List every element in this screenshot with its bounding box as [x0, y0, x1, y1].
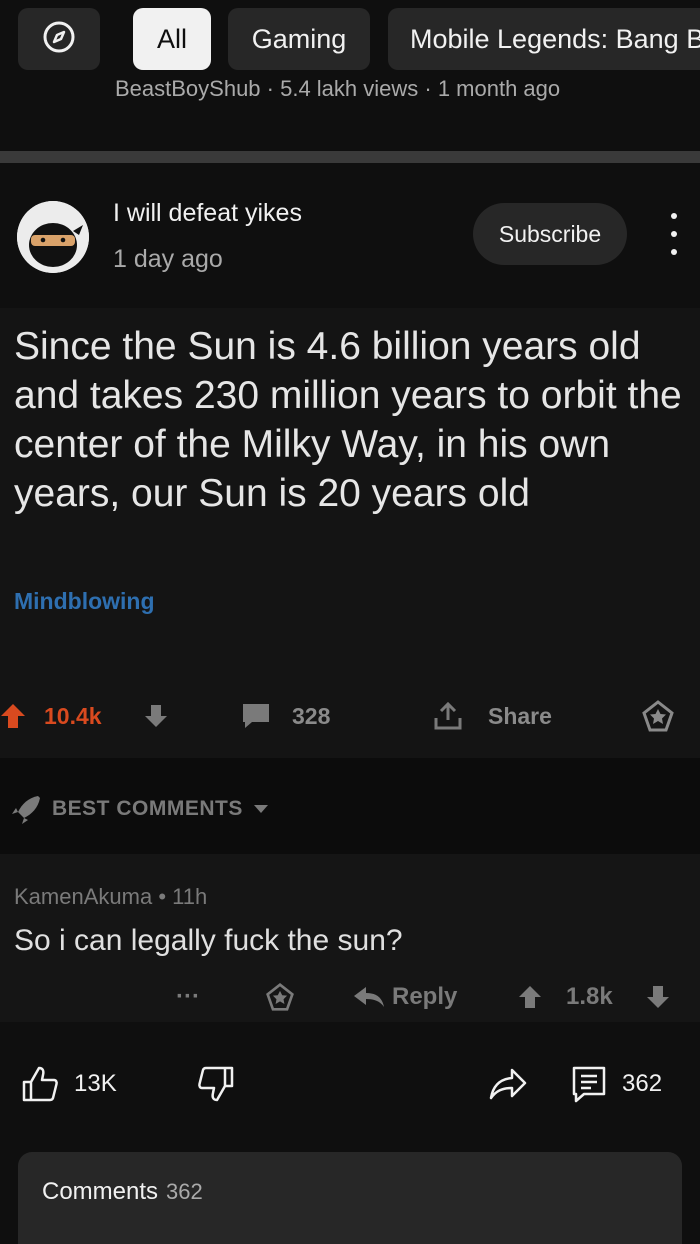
award-icon [640, 696, 676, 736]
post-image: Since the Sun is 4.6 billion years old a… [0, 308, 700, 758]
caret-down-icon [253, 805, 268, 813]
comments-title: Comments [42, 1178, 159, 1205]
section-divider [0, 151, 700, 163]
like-button[interactable]: 13K [20, 1062, 117, 1106]
post-action-row: 13K 362 [0, 1022, 700, 1142]
reddit-post-title: Since the Sun is 4.6 billion years old a… [14, 325, 682, 515]
best-comments-sort: BEST COMMENTS [10, 794, 269, 824]
ninja-avatar-icon [17, 201, 89, 273]
comment-more-icon: ··· [176, 983, 200, 1010]
comment-downvote-icon [646, 979, 670, 1015]
best-comments-bar: BEST COMMENTS [0, 758, 700, 854]
thumbs-down-icon [198, 1066, 234, 1102]
post-time: 1 day ago [113, 245, 223, 273]
comments-header: Comments 362 [42, 1178, 203, 1206]
share-arrow-icon [489, 1068, 527, 1100]
share-label: Share [488, 702, 552, 729]
comments-total: 362 [166, 1179, 203, 1204]
comment-award-icon [264, 979, 296, 1015]
comment-separator: • [158, 884, 173, 909]
explore-button[interactable] [18, 8, 100, 70]
thumbs-up-icon [22, 1066, 58, 1102]
chip-gaming[interactable]: Gaming [228, 8, 370, 70]
reddit-comment: KamenAkuma • 11h So i can legally fuck t… [0, 854, 700, 1022]
best-comments-label: BEST COMMENTS [52, 797, 243, 820]
comments-panel[interactable]: Comments 362 [18, 1152, 682, 1244]
reddit-action-bar: 10.4k 328 Share [0, 696, 700, 736]
comment-actions: ··· Reply 1.8k [0, 979, 700, 1015]
share-button[interactable] [488, 1062, 528, 1106]
channel-name[interactable]: I will defeat yikes [113, 199, 302, 228]
post-header: I will defeat yikes 1 day ago Subscribe [0, 163, 700, 308]
upvote-arrow-icon [0, 696, 26, 736]
comment-time: 11h [172, 884, 208, 909]
comment-upvote-icon [518, 979, 542, 1015]
downvote-arrow-icon [144, 696, 168, 736]
reply-arrow-icon [352, 979, 386, 1015]
comment-bubble-icon [240, 696, 272, 736]
comment-count: 328 [292, 702, 331, 729]
post-flair: Mindblowing [14, 588, 155, 614]
comment-icon [572, 1066, 606, 1103]
comment-text: So i can legally fuck the sun? [14, 924, 403, 957]
dislike-button[interactable] [196, 1062, 236, 1106]
chip-mobile-legends[interactable]: Mobile Legends: Bang B [388, 8, 700, 70]
chip-all[interactable]: All [133, 8, 211, 70]
avatar[interactable] [17, 201, 89, 273]
rocket-icon [12, 796, 40, 824]
share-icon [432, 696, 464, 736]
chip-bar: All Gaming Mobile Legends: Bang B [0, 0, 700, 78]
upvote-count: 10.4k [44, 702, 102, 729]
comments-count-label: 362 [622, 1070, 663, 1097]
comment-user: KamenAkuma [14, 884, 153, 909]
subscribe-button[interactable]: Subscribe [473, 203, 627, 265]
reply-label: Reply [392, 983, 458, 1010]
comments-button[interactable]: 362 [570, 1062, 662, 1106]
kebab-icon[interactable] [664, 213, 684, 255]
compass-icon [42, 20, 76, 59]
previous-video-meta: BeastBoyShub · 5.4 lakh views · 1 month … [115, 76, 561, 101]
comment-score: 1.8k [566, 983, 613, 1010]
comment-meta: KamenAkuma • 11h [14, 884, 207, 910]
like-count: 13K [74, 1070, 117, 1097]
